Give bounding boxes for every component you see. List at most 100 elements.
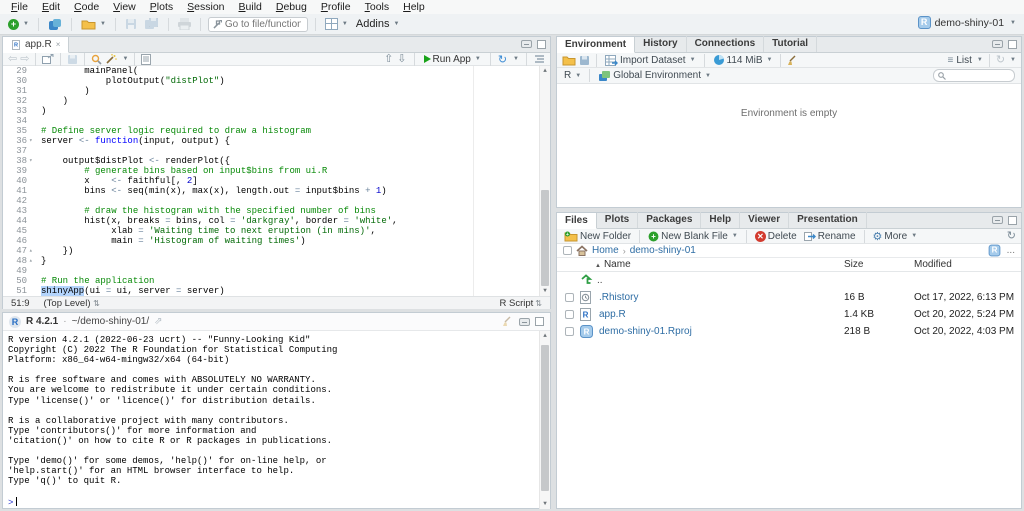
scroll-up-icon[interactable]: ▲ [540, 66, 550, 76]
menu-build[interactable]: Build [232, 0, 269, 14]
line-number[interactable]: 46 [3, 236, 29, 246]
forward-icon[interactable]: ⇨ [20, 53, 29, 65]
environment-search-box[interactable] [933, 69, 1015, 82]
line-number[interactable]: 48 [3, 256, 29, 266]
environment-tab-tutorial[interactable]: Tutorial [764, 36, 818, 52]
home-icon[interactable] [576, 245, 588, 256]
addins-button[interactable]: Addins ▼ [354, 17, 402, 31]
menu-view[interactable]: View [106, 0, 143, 14]
project-menu-button[interactable]: R demo-shiny-01 ▼ [917, 16, 1016, 29]
maximize-icon[interactable] [1008, 216, 1017, 225]
delete-button[interactable]: ✕ Delete [753, 230, 799, 243]
maximize-icon[interactable] [537, 40, 546, 49]
maximize-icon[interactable] [535, 317, 544, 326]
line-number[interactable]: 43 [3, 206, 29, 216]
files-tab-viewer[interactable]: Viewer [740, 212, 790, 228]
prev-chunk-icon[interactable]: ⇧ [384, 53, 393, 65]
close-icon[interactable]: × [56, 39, 61, 51]
console-scrollbar[interactable]: ▲ ▼ [539, 331, 550, 509]
editor-scrollbar[interactable]: ▲ ▼ [539, 66, 550, 296]
import-dataset-button[interactable]: Import Dataset ▼ [603, 54, 698, 67]
file-checkbox[interactable] [565, 293, 574, 302]
minimize-icon[interactable] [992, 40, 1003, 48]
menu-edit[interactable]: Edit [35, 0, 67, 14]
menu-profile[interactable]: Profile [314, 0, 358, 14]
line-number[interactable]: 29 [3, 66, 29, 76]
environment-search-input[interactable] [949, 70, 1009, 81]
line-number[interactable]: 36 [3, 136, 29, 146]
line-number[interactable]: 45 [3, 226, 29, 236]
maximize-icon[interactable] [1008, 40, 1017, 49]
line-number[interactable]: 47 [3, 246, 29, 256]
back-icon[interactable]: ⇦ [8, 53, 17, 65]
column-size[interactable]: Size [844, 259, 863, 270]
document-outline-icon[interactable] [534, 54, 545, 64]
print-button[interactable] [176, 17, 193, 31]
refresh-icon[interactable]: ↻ [1007, 230, 1016, 242]
files-tab-plots[interactable]: Plots [597, 212, 639, 228]
menu-plots[interactable]: Plots [143, 0, 180, 14]
file-link[interactable]: .. [597, 275, 603, 286]
menu-file[interactable]: File [4, 0, 35, 14]
fold-toggle-icon[interactable]: ▴ [29, 256, 41, 266]
save-button[interactable] [123, 17, 139, 31]
line-number[interactable]: 44 [3, 216, 29, 226]
environment-scope-selector[interactable]: Global Environment ▼ [596, 69, 713, 83]
files-tab-packages[interactable]: Packages [638, 212, 702, 228]
files-tab-files[interactable]: Files [557, 213, 597, 229]
column-modified[interactable]: Modified [914, 259, 952, 270]
search-icon[interactable] [91, 54, 103, 65]
menu-code[interactable]: Code [67, 0, 106, 14]
file-type-selector[interactable]: R Script ⇅ [500, 298, 543, 309]
refresh-icon[interactable]: ↻ [996, 54, 1005, 66]
column-name[interactable]: ▲ Name [595, 259, 631, 270]
files-tab-presentation[interactable]: Presentation [789, 212, 867, 228]
fold-toggle-icon[interactable]: ▾ [29, 156, 41, 166]
console-output[interactable]: R version 4.2.1 (2022-06-23 ucrt) -- "Fu… [3, 331, 550, 509]
select-all-checkbox[interactable] [563, 246, 572, 255]
new-blank-file-button[interactable]: + New Blank File ▼ [646, 230, 740, 243]
goto-file-box[interactable] [207, 16, 308, 32]
line-number[interactable]: 39 [3, 166, 29, 176]
line-number[interactable]: 32 [3, 96, 29, 106]
scroll-down-icon[interactable]: ▼ [540, 286, 550, 296]
code-tools-wand-icon[interactable] [105, 53, 118, 65]
environment-tab-environment[interactable]: Environment [557, 37, 636, 53]
line-number[interactable]: 37 [3, 146, 29, 156]
fold-toggle-icon[interactable]: ▴ [29, 246, 41, 256]
load-workspace-folder-icon[interactable] [562, 55, 576, 66]
menu-session[interactable]: Session [180, 0, 231, 14]
minimize-icon[interactable] [992, 216, 1003, 224]
code-editor[interactable]: 29 mainPanel(30 plotOutput("distPlot") 31… [3, 66, 550, 296]
breadcrumb-ellipsis[interactable]: ... [1007, 245, 1015, 256]
line-number[interactable]: 41 [3, 186, 29, 196]
menu-debug[interactable]: Debug [269, 0, 314, 14]
line-number[interactable]: 42 [3, 196, 29, 206]
open-directory-icon[interactable]: ⇗ [154, 316, 162, 327]
language-selector[interactable]: R ▼ [562, 69, 583, 82]
list-view-label[interactable]: List [956, 55, 972, 66]
new-project-button[interactable] [46, 17, 64, 32]
line-number[interactable]: 49 [3, 266, 29, 276]
scrollbar-thumb[interactable] [541, 345, 549, 491]
minimize-icon[interactable] [521, 40, 532, 48]
scrollbar-thumb[interactable] [541, 190, 549, 286]
tab-app-r[interactable]: R app.R × [3, 37, 70, 53]
file-link[interactable]: .Rhistory [599, 292, 638, 303]
scope-selector[interactable]: (Top Level) ⇅ [44, 298, 100, 309]
breadcrumb-project[interactable]: demo-shiny-01 [630, 245, 696, 256]
line-number[interactable]: 33 [3, 106, 29, 116]
line-number[interactable]: 30 [3, 76, 29, 86]
line-number[interactable]: 50 [3, 276, 29, 286]
panes-layout-button[interactable]: ▼ [323, 17, 350, 31]
file-checkbox[interactable] [565, 310, 574, 319]
environment-tab-connections[interactable]: Connections [687, 36, 765, 52]
fold-toggle-icon[interactable]: ▾ [29, 136, 41, 146]
open-file-button[interactable]: ▼ [79, 17, 108, 31]
file-checkbox[interactable] [565, 327, 574, 336]
save-workspace-icon[interactable] [579, 55, 590, 66]
new-file-button[interactable]: + ▼ [6, 18, 31, 31]
environment-tab-history[interactable]: History [635, 36, 687, 52]
run-app-button[interactable]: Run App ▼ [422, 53, 483, 66]
clear-objects-broom-icon[interactable] [787, 55, 799, 66]
